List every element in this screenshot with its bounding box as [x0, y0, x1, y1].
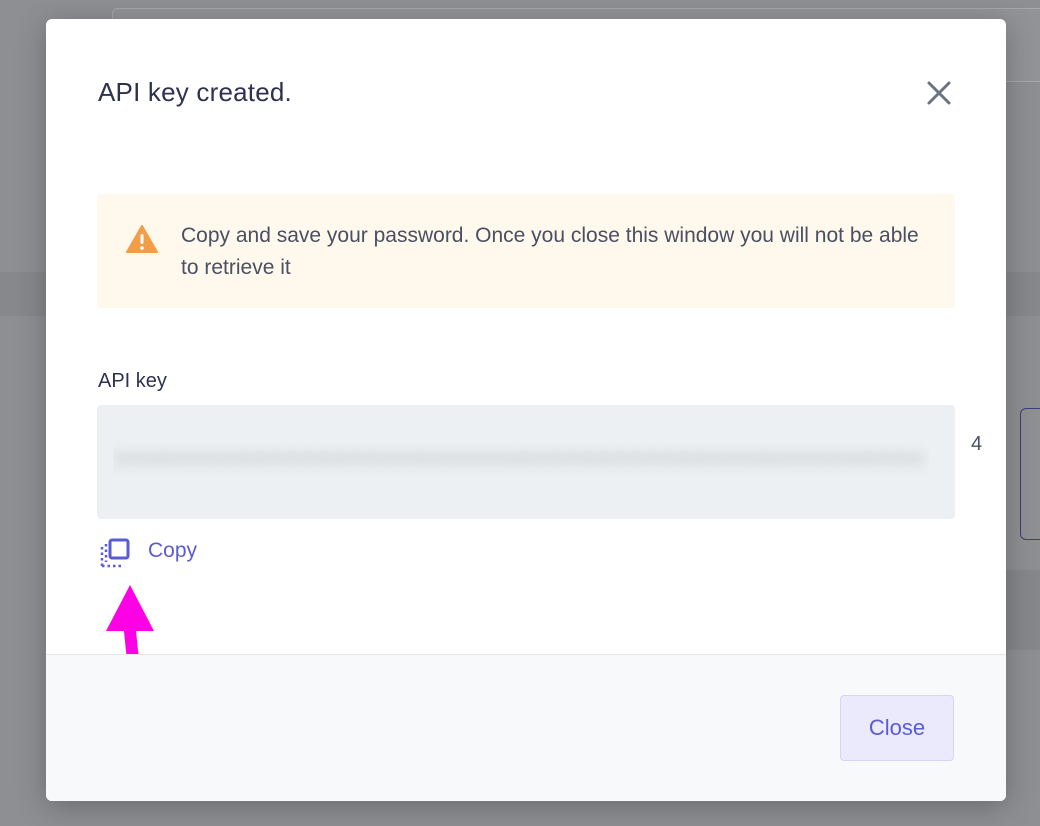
copy-label: Copy — [148, 539, 198, 562]
api-key-field[interactable]: ••••••••••••••••••••••••••••••••••••••••… — [97, 405, 982, 519]
close-button[interactable]: Close — [840, 695, 954, 761]
alert-message: Copy and save your password. Once you cl… — [181, 224, 919, 279]
dialog-footer: Close — [46, 654, 1006, 801]
copy-icon — [100, 538, 130, 568]
warning-triangle-icon — [125, 224, 159, 254]
api-key-label: API key — [98, 370, 167, 392]
background-row — [1006, 570, 1040, 650]
dialog-title: API key created. — [98, 77, 292, 107]
api-key-dialog: API key created. Copy and save your pass… — [46, 19, 1006, 801]
copy-button[interactable]: Copy — [100, 535, 220, 569]
close-icon[interactable] — [924, 78, 954, 108]
api-key-visible-tail: 4 — [971, 433, 983, 455]
warning-alert: Copy and save your password. Once you cl… — [97, 194, 955, 308]
api-key-value-blurred: ••••••••••••••••••••••••••••••••••••••••… — [113, 445, 925, 475]
background-card — [1020, 408, 1040, 540]
